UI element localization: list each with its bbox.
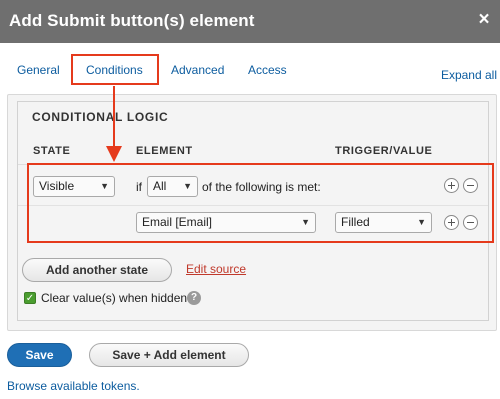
tab-advanced[interactable]: Advanced <box>171 63 224 77</box>
all-select[interactable]: All ▼ <box>147 176 198 197</box>
trigger-select[interactable]: Filled ▼ <box>335 212 432 233</box>
header-divider <box>18 164 488 165</box>
chevron-down-icon: ▼ <box>100 181 109 191</box>
minus-icon <box>467 222 474 223</box>
close-icon[interactable]: × <box>476 10 492 30</box>
add-row-button[interactable] <box>444 178 459 193</box>
chevron-down-icon: ▼ <box>183 181 192 191</box>
help-icon[interactable]: ? <box>187 291 201 305</box>
clear-values-label: Clear value(s) when hidden <box>41 291 188 305</box>
dialog-titlebar: Add Submit button(s) element × <box>0 0 500 43</box>
annotation-arrow-line <box>113 86 115 148</box>
if-text: if <box>136 180 142 194</box>
element-select[interactable]: Email [Email] ▼ <box>136 212 316 233</box>
conditions-tab-highlight <box>71 54 159 85</box>
row-divider <box>18 205 488 206</box>
state-select-value: Visible <box>39 179 75 193</box>
dialog-title: Add Submit button(s) element <box>9 11 255 30</box>
chevron-down-icon: ▼ <box>417 217 426 227</box>
add-row-button[interactable] <box>444 215 459 230</box>
save-add-element-button[interactable]: Save + Add element <box>89 343 249 367</box>
save-button[interactable]: Save <box>7 343 72 367</box>
remove-row-button[interactable] <box>463 178 478 193</box>
state-select[interactable]: Visible ▼ <box>33 176 115 197</box>
element-select-value: Email [Email] <box>142 215 213 229</box>
add-another-state-button[interactable]: Add another state <box>22 258 172 282</box>
following-text: of the following is met: <box>202 180 321 194</box>
tab-general[interactable]: General <box>17 63 60 77</box>
browse-tokens-link[interactable]: Browse available tokens. <box>7 379 140 393</box>
minus-icon <box>467 185 474 186</box>
all-select-value: All <box>153 179 167 193</box>
tab-bar: General Conditions Advanced Access Expan… <box>0 54 500 86</box>
trigger-select-value: Filled <box>341 215 370 229</box>
tab-access[interactable]: Access <box>248 63 287 77</box>
header-element: ELEMENT <box>136 145 193 157</box>
remove-row-button[interactable] <box>463 215 478 230</box>
clear-values-checkbox[interactable]: ✓ <box>24 292 36 304</box>
annotation-arrow-head <box>106 146 122 162</box>
chevron-down-icon: ▼ <box>301 217 310 227</box>
edit-source-link[interactable]: Edit source <box>186 262 246 276</box>
conditional-logic-fieldset: CONDITIONAL LOGIC STATE ELEMENT TRIGGER/… <box>17 101 489 321</box>
header-trigger: TRIGGER/VALUE <box>335 145 433 157</box>
expand-all-link[interactable]: Expand all <box>441 68 497 82</box>
header-state: STATE <box>33 145 71 157</box>
conditional-logic-legend: CONDITIONAL LOGIC <box>32 110 169 124</box>
